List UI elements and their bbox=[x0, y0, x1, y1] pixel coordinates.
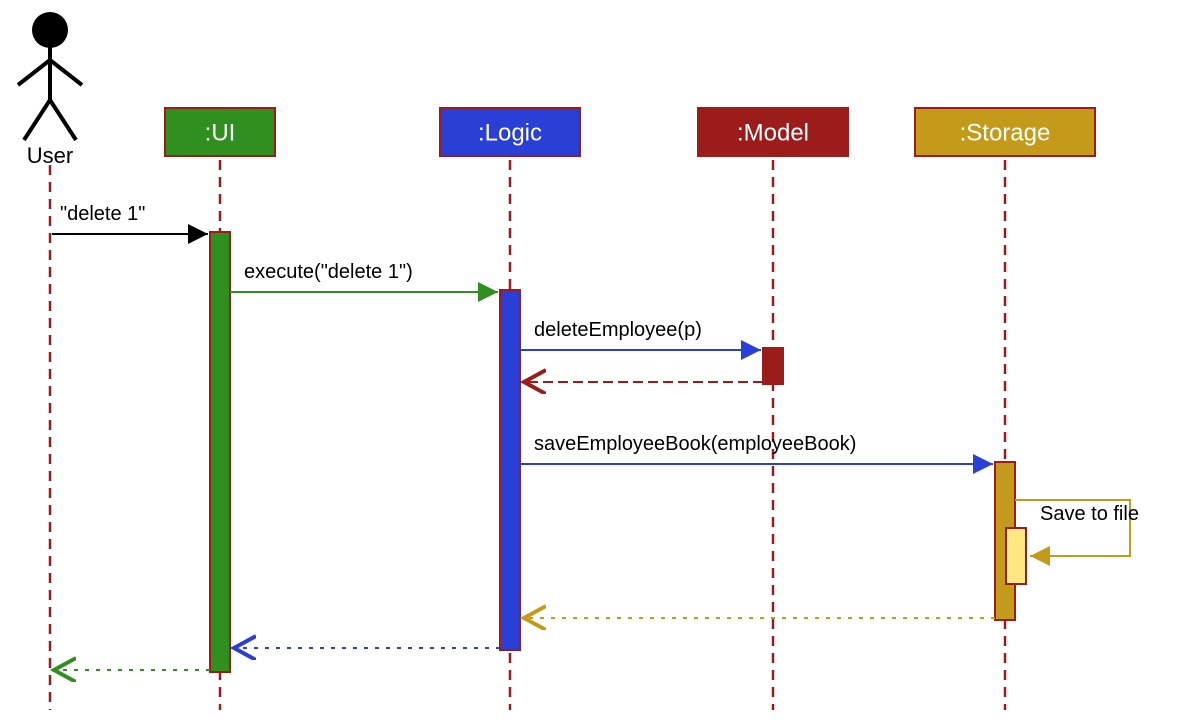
participant-ui: :UI bbox=[165, 108, 275, 156]
message-delete-1: "delete 1" bbox=[52, 203, 208, 234]
sequence-diagram: User :UI :Logic :Model :Storage "delete … bbox=[10, 10, 1190, 710]
activation-model bbox=[763, 348, 783, 384]
message-delete-employee: deleteEmployee(p) bbox=[520, 319, 761, 350]
message-delete-employee-label: deleteEmployee(p) bbox=[534, 319, 702, 341]
message-save-to-file: Save to file bbox=[1015, 500, 1139, 556]
participant-logic-label: :Logic bbox=[478, 119, 542, 146]
participant-logic: :Logic bbox=[440, 108, 580, 156]
message-execute: execute("delete 1") bbox=[230, 261, 498, 292]
actor-user: User bbox=[18, 12, 82, 168]
activation-storage-inner bbox=[1006, 528, 1026, 584]
participant-storage-label: :Storage bbox=[960, 119, 1051, 146]
participant-ui-label: :UI bbox=[205, 119, 236, 146]
message-save-employee-book: saveEmployeeBook(employeeBook) bbox=[520, 433, 993, 464]
actor-user-label: User bbox=[27, 143, 73, 168]
participant-storage: :Storage bbox=[915, 108, 1095, 156]
participant-model-label: :Model bbox=[737, 119, 809, 146]
message-save-employee-book-label: saveEmployeeBook(employeeBook) bbox=[534, 433, 856, 455]
message-execute-label: execute("delete 1") bbox=[244, 261, 413, 283]
activation-logic bbox=[500, 290, 520, 650]
participant-model: :Model bbox=[698, 108, 848, 156]
message-save-to-file-label: Save to file bbox=[1040, 503, 1139, 525]
activation-ui bbox=[210, 232, 230, 672]
message-delete-1-label: "delete 1" bbox=[60, 203, 145, 225]
